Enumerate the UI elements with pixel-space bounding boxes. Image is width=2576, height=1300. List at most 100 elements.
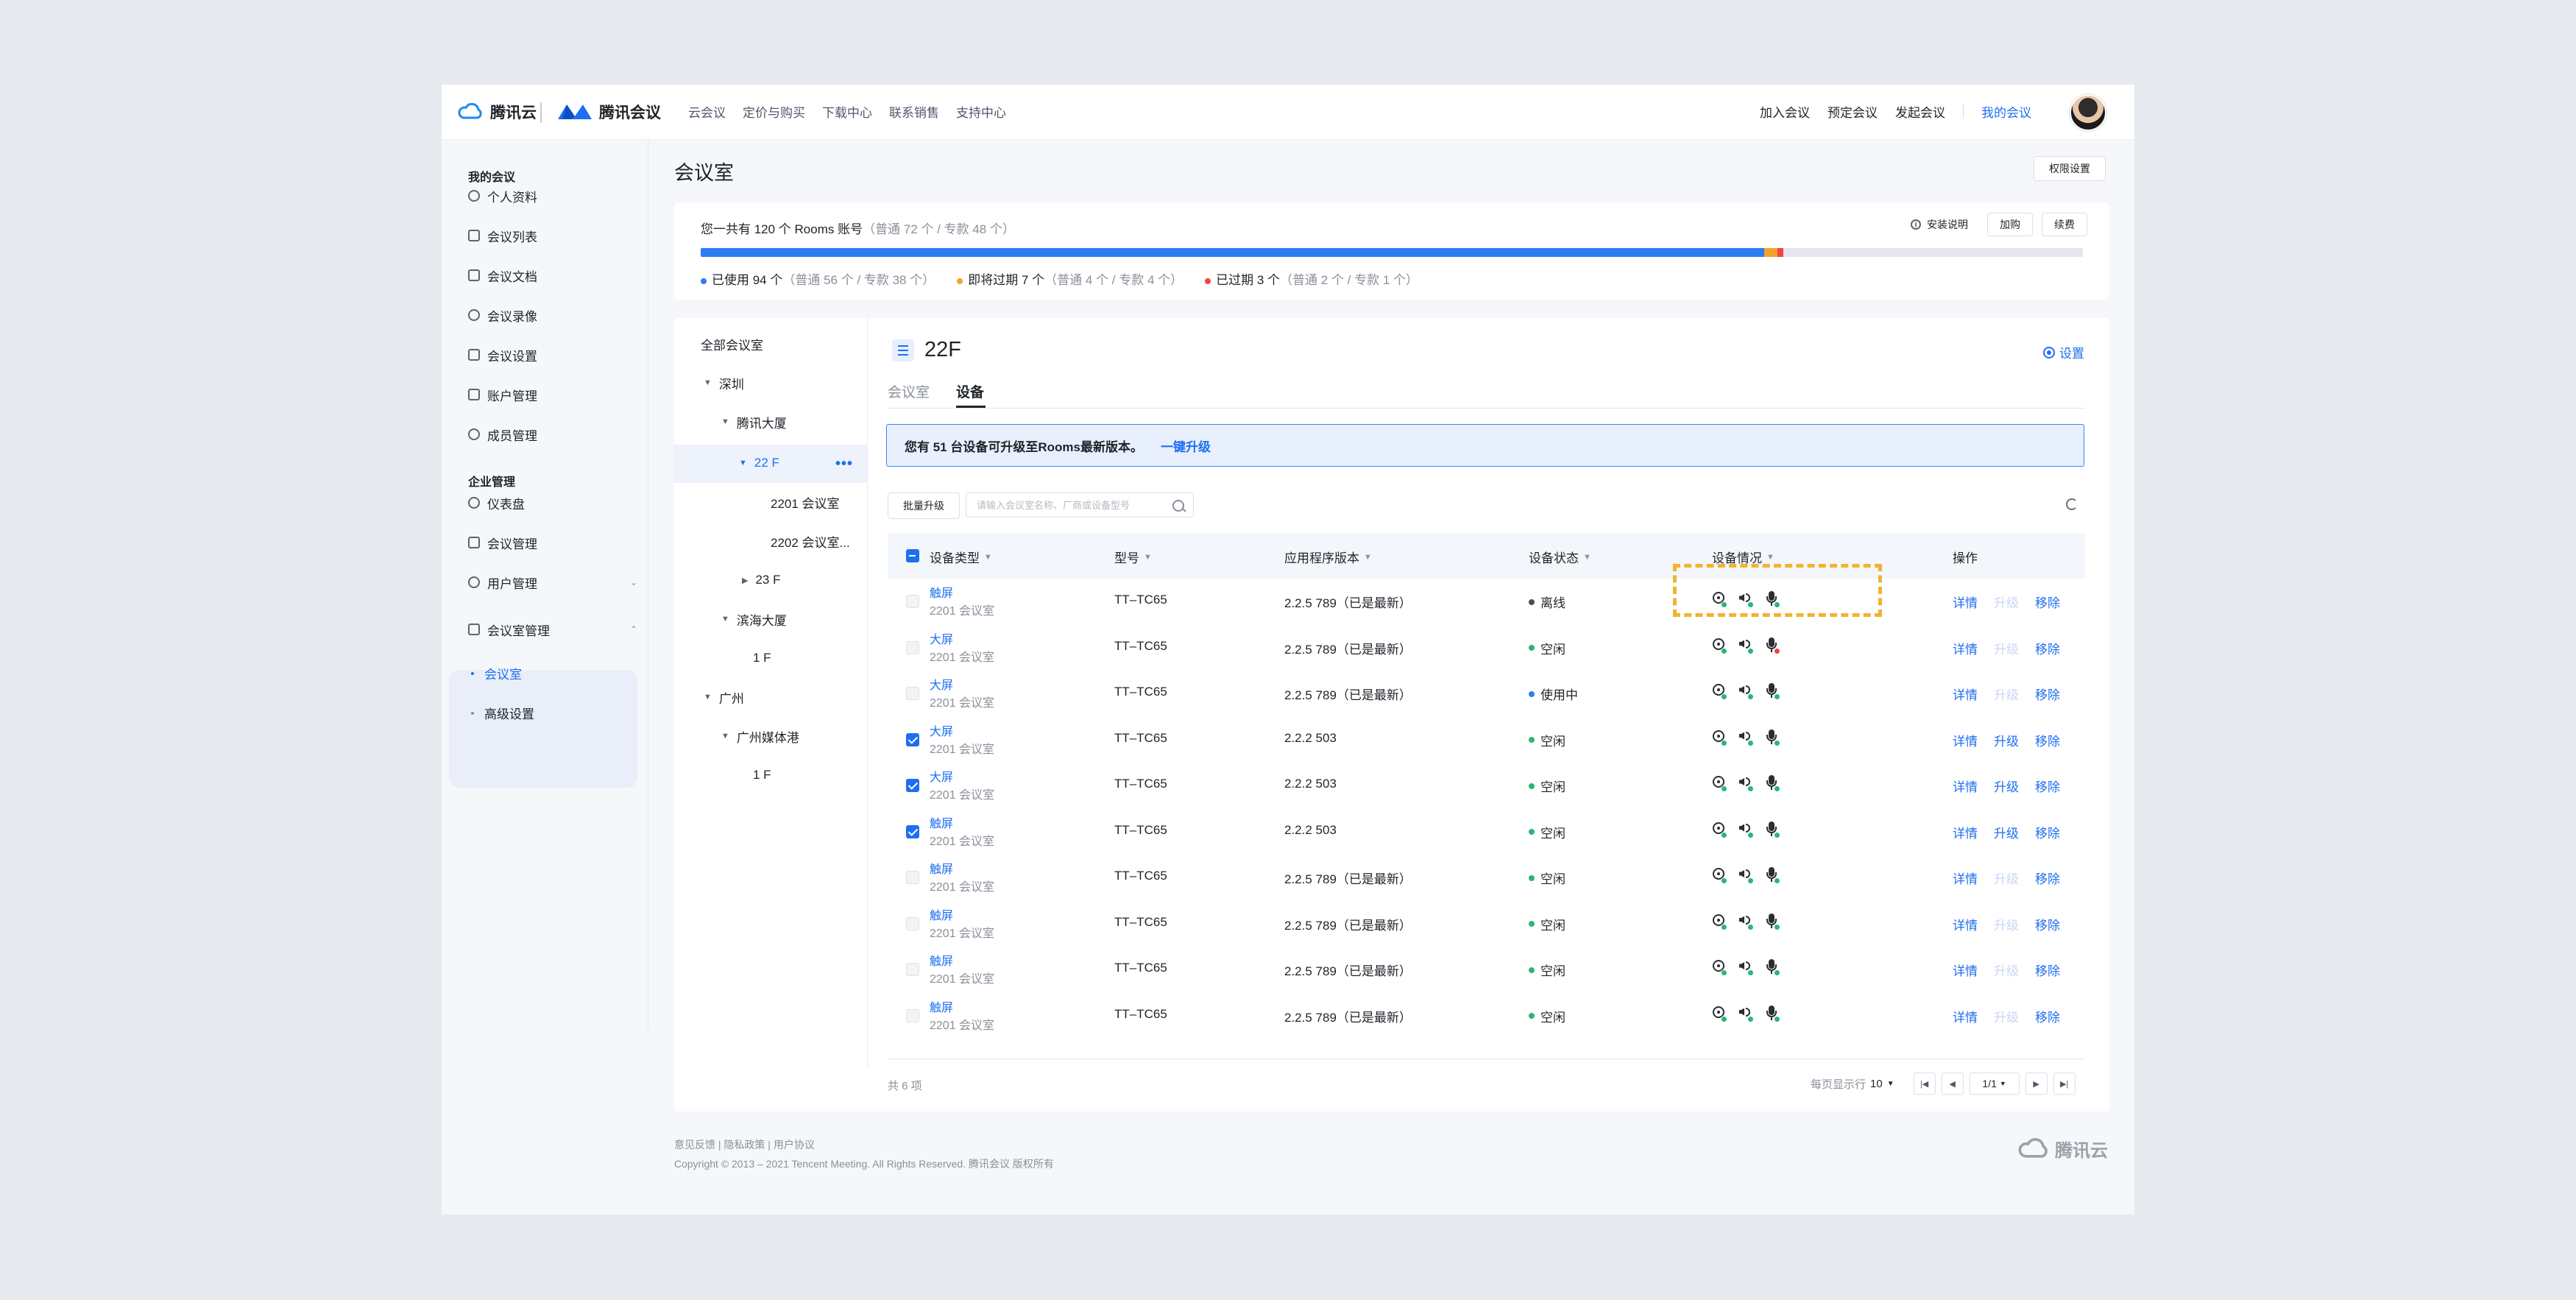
menu-icon[interactable] <box>892 339 914 361</box>
nav-join-meeting[interactable]: 加入会议 <box>1760 102 1810 121</box>
upgrade-link[interactable]: 升级 <box>1994 823 2019 841</box>
row-checkbox[interactable] <box>906 963 919 976</box>
device-type-link[interactable]: 大屏 <box>930 767 953 785</box>
page-size-selector[interactable]: 每页显示行 10 ▼ <box>1811 1076 1894 1092</box>
device-type-link[interactable]: 触屏 <box>930 583 953 601</box>
details-link[interactable]: 详情 <box>1953 961 1978 979</box>
tree-node-room-2202[interactable]: 2202 会议室... <box>771 530 850 552</box>
tree-node-gz-media[interactable]: ▼ 广州媒体港 <box>721 725 799 747</box>
more-options-icon[interactable]: ••• <box>835 456 853 471</box>
tree-node-23f[interactable]: ▶ 23 F <box>742 569 781 591</box>
remove-link[interactable]: 移除 <box>2035 731 2060 749</box>
row-checkbox[interactable] <box>906 1008 919 1022</box>
tab-devices[interactable]: 设备 <box>956 381 984 401</box>
renew-button[interactable]: 续费 <box>2042 213 2087 236</box>
upgrade-link[interactable]: 升级 <box>1994 1007 2019 1025</box>
row-checkbox[interactable] <box>906 595 919 608</box>
row-checkbox[interactable] <box>906 687 919 700</box>
remove-link[interactable]: 移除 <box>2035 961 2060 979</box>
th-model[interactable]: 型号 ▼ <box>1114 548 1152 566</box>
details-link[interactable]: 详情 <box>1953 823 1978 841</box>
row-checkbox[interactable] <box>906 871 919 884</box>
th-device-status[interactable]: 设备状态 ▼ <box>1529 548 1591 566</box>
device-type-link[interactable]: 大屏 <box>930 629 953 647</box>
upgrade-link[interactable]: 升级 <box>1994 685 2019 703</box>
device-type-link[interactable]: 触屏 <box>930 859 953 877</box>
nav-support[interactable]: 支持中心 <box>956 102 1006 121</box>
sidebar-item-recordings[interactable]: 会议录像 <box>468 304 537 326</box>
sidebar-item-account[interactable]: 账户管理 <box>468 384 537 406</box>
tree-node-binhai[interactable]: ▼ 滨海大厦 <box>721 608 787 630</box>
search-input[interactable] <box>975 493 1170 517</box>
upgrade-link[interactable]: 升级 <box>1994 593 2019 611</box>
search-icon[interactable] <box>1172 500 1184 512</box>
device-type-link[interactable]: 触屏 <box>930 813 953 831</box>
nav-download[interactable]: 下载中心 <box>822 102 872 121</box>
row-checkbox[interactable] <box>906 824 919 838</box>
upgrade-link[interactable]: 升级 <box>1994 777 2019 795</box>
upgrade-link[interactable]: 升级 <box>1994 731 2019 749</box>
upgrade-link[interactable]: 升级 <box>1994 961 2019 979</box>
page-input[interactable]: 1/1 ▼ <box>1969 1073 2020 1095</box>
next-page-icon[interactable]: ▶ <box>2025 1073 2048 1095</box>
row-checkbox[interactable] <box>906 779 919 792</box>
upgrade-link[interactable]: 升级 <box>1994 639 2019 657</box>
tree-node-gz-1f[interactable]: 1 F <box>753 764 771 786</box>
remove-link[interactable]: 移除 <box>2035 1007 2060 1025</box>
device-type-link[interactable]: 大屏 <box>930 721 953 739</box>
nav-my-meetings[interactable]: 我的会议 <box>1981 102 2031 121</box>
last-page-icon[interactable]: ▶| <box>2053 1073 2076 1095</box>
nav-cloud-meeting[interactable]: 云会议 <box>688 102 726 121</box>
room-settings-link[interactable]: 设置 <box>2043 343 2084 361</box>
details-link[interactable]: 详情 <box>1953 1007 1978 1025</box>
permission-settings-button[interactable]: 权限设置 <box>2034 156 2106 181</box>
nav-start-meeting[interactable]: 发起会议 <box>1895 102 1945 121</box>
upgrade-link[interactable]: 升级 <box>1994 915 2019 933</box>
tree-node-room-2201[interactable]: 2201 会议室 <box>771 491 840 513</box>
row-checkbox[interactable] <box>906 640 919 654</box>
first-page-icon[interactable]: |◀ <box>1913 1073 1936 1095</box>
tree-node-tencent-building[interactable]: ▼ 腾讯大厦 <box>721 411 787 433</box>
device-type-link[interactable]: 触屏 <box>930 905 953 923</box>
refresh-icon[interactable] <box>2066 498 2078 510</box>
filter-icon[interactable]: ▼ <box>1766 553 1774 562</box>
device-type-link[interactable]: 大屏 <box>930 675 953 693</box>
details-link[interactable]: 详情 <box>1953 731 1978 749</box>
details-link[interactable]: 详情 <box>1953 593 1978 611</box>
prev-page-icon[interactable]: ◀ <box>1941 1073 1964 1095</box>
tencent-cloud-logo[interactable]: 腾讯云 <box>458 101 537 123</box>
details-link[interactable]: 详情 <box>1953 777 1978 795</box>
remove-link[interactable]: 移除 <box>2035 869 2060 887</box>
tencent-meeting-logo[interactable]: 腾讯会议 <box>556 101 661 123</box>
details-link[interactable]: 详情 <box>1953 685 1978 703</box>
filter-icon[interactable]: ▼ <box>984 553 992 562</box>
nav-contact-sales[interactable]: 联系销售 <box>889 102 939 121</box>
sidebar-item-meeting-mgmt[interactable]: 会议管理 <box>468 531 537 554</box>
tree-all-rooms[interactable]: 全部会议室 <box>701 333 763 355</box>
tree-node-guangzhou[interactable]: ▼ 广州 <box>704 686 744 708</box>
sidebar-sub-advanced[interactable]: 高级设置 <box>471 704 534 722</box>
sidebar-item-profile[interactable]: 个人资料 <box>468 185 537 207</box>
filter-icon[interactable]: ▼ <box>1364 553 1372 562</box>
th-app-version[interactable]: 应用程序版本 ▼ <box>1284 548 1372 566</box>
nav-schedule-meeting[interactable]: 预定会议 <box>1827 102 1878 121</box>
tree-node-22f[interactable]: ▼ 22 F <box>739 452 779 474</box>
remove-link[interactable]: 移除 <box>2035 685 2060 703</box>
details-link[interactable]: 详情 <box>1953 915 1978 933</box>
user-avatar[interactable] <box>2070 94 2106 131</box>
device-type-link[interactable]: 触屏 <box>930 997 953 1015</box>
remove-link[interactable]: 移除 <box>2035 593 2060 611</box>
remove-link[interactable]: 移除 <box>2035 823 2060 841</box>
row-checkbox[interactable] <box>906 732 919 746</box>
details-link[interactable]: 详情 <box>1953 639 1978 657</box>
tab-rooms[interactable]: 会议室 <box>888 381 930 401</box>
select-all-checkbox[interactable] <box>906 549 919 562</box>
buy-more-button[interactable]: 加购 <box>1987 213 2033 236</box>
filter-icon[interactable]: ▼ <box>1583 553 1591 562</box>
filter-icon[interactable]: ▼ <box>1144 553 1152 562</box>
sidebar-item-meeting-settings[interactable]: 会议设置 <box>468 344 537 366</box>
remove-link[interactable]: 移除 <box>2035 915 2060 933</box>
footer-links[interactable]: 意见反馈 | 隐私政策 | 用户协议 <box>674 1137 815 1152</box>
tree-node-shenzhen[interactable]: ▼ 深圳 <box>704 372 744 394</box>
sidebar-sub-rooms[interactable]: 会议室 <box>471 664 522 682</box>
